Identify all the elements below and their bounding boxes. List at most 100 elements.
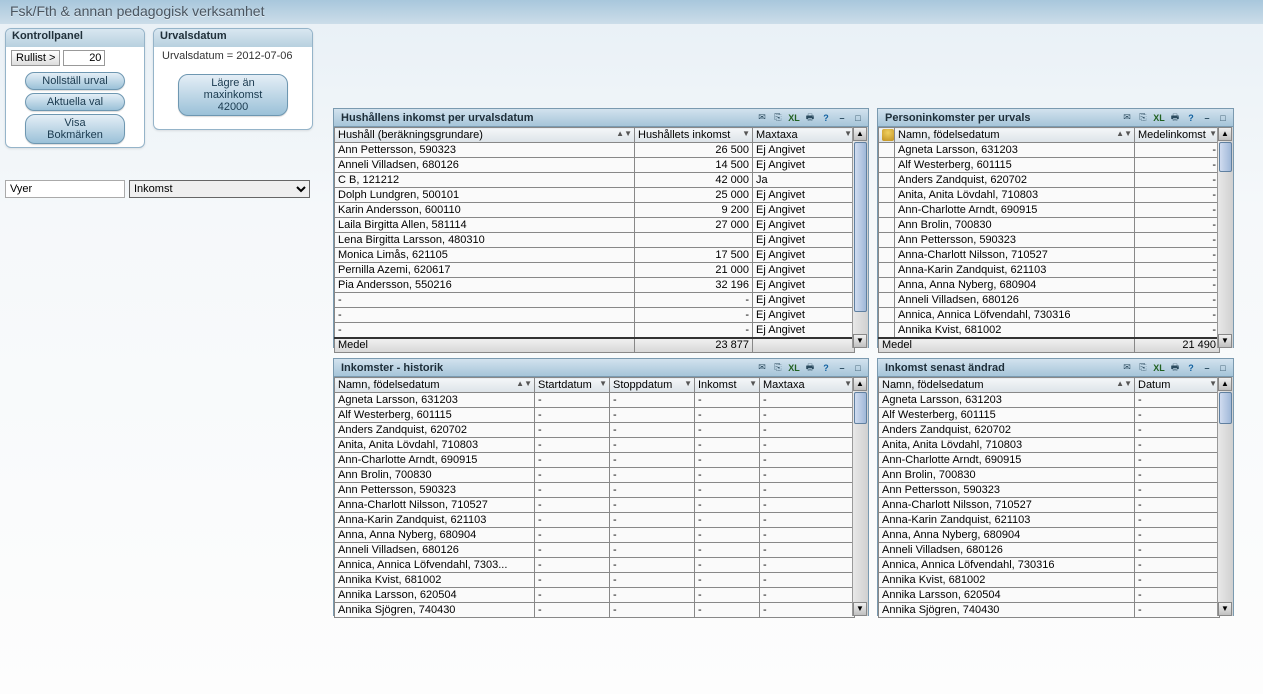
sort-icon[interactable]: ▼ <box>742 129 750 138</box>
excel-icon[interactable]: XL <box>787 361 801 375</box>
table-row[interactable]: Karin Andersson, 6001109 200Ej Angivet <box>335 203 855 218</box>
minimize-icon[interactable]: – <box>835 111 849 125</box>
table-row[interactable]: Anita, Anita Lövdahl, 710803- <box>879 188 1220 203</box>
send-icon[interactable]: ✉ <box>1120 361 1134 375</box>
col-hushall[interactable]: Hushåll (beräkningsgrundare)▲▼ <box>335 128 635 143</box>
col-max[interactable]: Maxtaxa▼ <box>760 378 855 393</box>
table-row[interactable]: Annika Larsson, 620504- <box>879 588 1220 603</box>
table-row[interactable]: Ann Pettersson, 590323- <box>879 233 1220 248</box>
sort-icon[interactable]: ▼ <box>1209 379 1217 388</box>
scrollbar-v[interactable]: ▲ ▼ <box>1217 127 1233 348</box>
table-row[interactable]: Annica, Annica Löfvendahl, 730316- <box>879 558 1220 573</box>
col-namn[interactable]: Namn, födelsedatum▲▼ <box>895 128 1135 143</box>
scroll-down-icon[interactable]: ▼ <box>853 334 867 348</box>
table-row[interactable]: Annica, Annica Löfvendahl, 7303...---- <box>335 558 855 573</box>
scroll-down-icon[interactable]: ▼ <box>1218 602 1232 616</box>
aktuella-button[interactable]: Aktuella val <box>25 93 125 111</box>
help-icon[interactable]: ? <box>1184 361 1198 375</box>
table-row[interactable]: Annika Sjögren, 740430- <box>879 603 1220 618</box>
lock-col[interactable] <box>879 128 895 143</box>
sort-icon[interactable]: ▼ <box>599 379 607 388</box>
copy-icon[interactable]: ⎘ <box>1136 361 1150 375</box>
table-row[interactable]: Anna-Karin Zandquist, 621103---- <box>335 513 855 528</box>
copy-icon[interactable]: ⎘ <box>1136 111 1150 125</box>
sort-icon[interactable]: ▼ <box>1209 129 1217 138</box>
scroll-up-icon[interactable]: ▲ <box>1218 127 1232 141</box>
table-row[interactable]: Anna-Charlott Nilsson, 710527- <box>879 498 1220 513</box>
bokmark-button[interactable]: Visa Bokmärken <box>25 114 125 144</box>
table-row[interactable]: Alf Westerberg, 601115- <box>879 158 1220 173</box>
minimize-icon[interactable]: – <box>835 361 849 375</box>
table-row[interactable]: Agneta Larsson, 631203---- <box>335 393 855 408</box>
vyer-select[interactable]: Inkomst <box>129 180 310 198</box>
maxinkomst-button[interactable]: Lägre än maxinkomst 42000 <box>178 74 288 116</box>
table-row[interactable]: Ann-Charlotte Arndt, 690915- <box>879 203 1220 218</box>
col-stopp[interactable]: Stoppdatum▼ <box>610 378 695 393</box>
scroll-up-icon[interactable]: ▲ <box>1218 377 1232 391</box>
col-namn[interactable]: Namn, födelsedatum▲▼ <box>879 378 1135 393</box>
table-row[interactable]: Annika Kvist, 681002- <box>879 323 1220 338</box>
table-row[interactable]: --Ej Angivet <box>335 308 855 323</box>
col-medel[interactable]: Medelinkomst▼ <box>1135 128 1220 143</box>
table-row[interactable]: Pernilla Azemi, 62061721 000Ej Angivet <box>335 263 855 278</box>
rullist-input[interactable] <box>63 50 105 66</box>
table-row[interactable]: Laila Birgitta Allen, 58111427 000Ej Ang… <box>335 218 855 233</box>
table-row[interactable]: Anita, Anita Lövdahl, 710803- <box>879 438 1220 453</box>
send-icon[interactable]: ✉ <box>755 111 769 125</box>
scrollbar-v[interactable]: ▲ ▼ <box>852 127 868 348</box>
table-row[interactable]: --Ej Angivet <box>335 293 855 308</box>
table-row[interactable]: Annica, Annica Löfvendahl, 730316- <box>879 308 1220 323</box>
table-row[interactable]: Alf Westerberg, 601115---- <box>335 408 855 423</box>
table-row[interactable]: Annika Kvist, 681002- <box>879 573 1220 588</box>
scroll-thumb[interactable] <box>1219 142 1232 172</box>
maximize-icon[interactable]: □ <box>1216 111 1230 125</box>
maximize-icon[interactable]: □ <box>851 361 865 375</box>
sort-icon[interactable]: ▼ <box>844 129 852 138</box>
print-icon[interactable]: 🖶 <box>803 111 817 125</box>
col-maxtaxa[interactable]: Maxtaxa▼ <box>753 128 855 143</box>
excel-icon[interactable]: XL <box>787 111 801 125</box>
print-icon[interactable]: 🖶 <box>1168 111 1182 125</box>
col-start[interactable]: Startdatum▼ <box>535 378 610 393</box>
print-icon[interactable]: 🖶 <box>803 361 817 375</box>
table-row[interactable]: Lena Birgitta Larsson, 480310Ej Angivet <box>335 233 855 248</box>
help-icon[interactable]: ? <box>1184 111 1198 125</box>
col-ink[interactable]: Inkomst▼ <box>695 378 760 393</box>
col-datum[interactable]: Datum▼ <box>1135 378 1220 393</box>
sort-icon[interactable]: ▲▼ <box>1116 129 1132 138</box>
send-icon[interactable]: ✉ <box>1120 111 1134 125</box>
table-row[interactable]: Anders Zandquist, 620702- <box>879 423 1220 438</box>
table-row[interactable]: Ann-Charlotte Arndt, 690915---- <box>335 453 855 468</box>
table-row[interactable]: Anna, Anna Nyberg, 680904- <box>879 278 1220 293</box>
table-row[interactable]: Ann Brolin, 700830- <box>879 468 1220 483</box>
scroll-up-icon[interactable]: ▲ <box>853 377 867 391</box>
table-row[interactable]: Anneli Villadsen, 68012614 500Ej Angivet <box>335 158 855 173</box>
scroll-thumb[interactable] <box>854 142 867 312</box>
table-row[interactable]: Ann Brolin, 700830- <box>879 218 1220 233</box>
table-row[interactable]: Alf Westerberg, 601115- <box>879 408 1220 423</box>
col-inkomst[interactable]: Hushållets inkomst▼ <box>635 128 753 143</box>
minimize-icon[interactable]: – <box>1200 361 1214 375</box>
table-row[interactable]: Anneli Villadsen, 680126- <box>879 293 1220 308</box>
scroll-thumb[interactable] <box>854 392 867 424</box>
table-row[interactable]: Annika Sjögren, 740430---- <box>335 603 855 618</box>
scroll-down-icon[interactable]: ▼ <box>1218 334 1232 348</box>
table-row[interactable]: Ann Pettersson, 590323---- <box>335 483 855 498</box>
table-row[interactable]: Dolph Lundgren, 50010125 000Ej Angivet <box>335 188 855 203</box>
send-icon[interactable]: ✉ <box>755 361 769 375</box>
table-row[interactable]: C B, 12121242 000Ja <box>335 173 855 188</box>
table-row[interactable]: Anneli Villadsen, 680126---- <box>335 543 855 558</box>
table-row[interactable]: --Ej Angivet <box>335 323 855 338</box>
maximize-icon[interactable]: □ <box>851 111 865 125</box>
minimize-icon[interactable]: – <box>1200 111 1214 125</box>
sort-icon[interactable]: ▼ <box>844 379 852 388</box>
sort-icon[interactable]: ▲▼ <box>1116 379 1132 388</box>
table-row[interactable]: Ann Pettersson, 59032326 500Ej Angivet <box>335 143 855 158</box>
help-icon[interactable]: ? <box>819 111 833 125</box>
table-row[interactable]: Agneta Larsson, 631203- <box>879 143 1220 158</box>
table-row[interactable]: Annika Kvist, 681002---- <box>335 573 855 588</box>
sort-icon[interactable]: ▲▼ <box>616 129 632 138</box>
table-row[interactable]: Anneli Villadsen, 680126- <box>879 543 1220 558</box>
table-row[interactable]: Ann Brolin, 700830---- <box>335 468 855 483</box>
table-row[interactable]: Anna-Charlott Nilsson, 710527---- <box>335 498 855 513</box>
